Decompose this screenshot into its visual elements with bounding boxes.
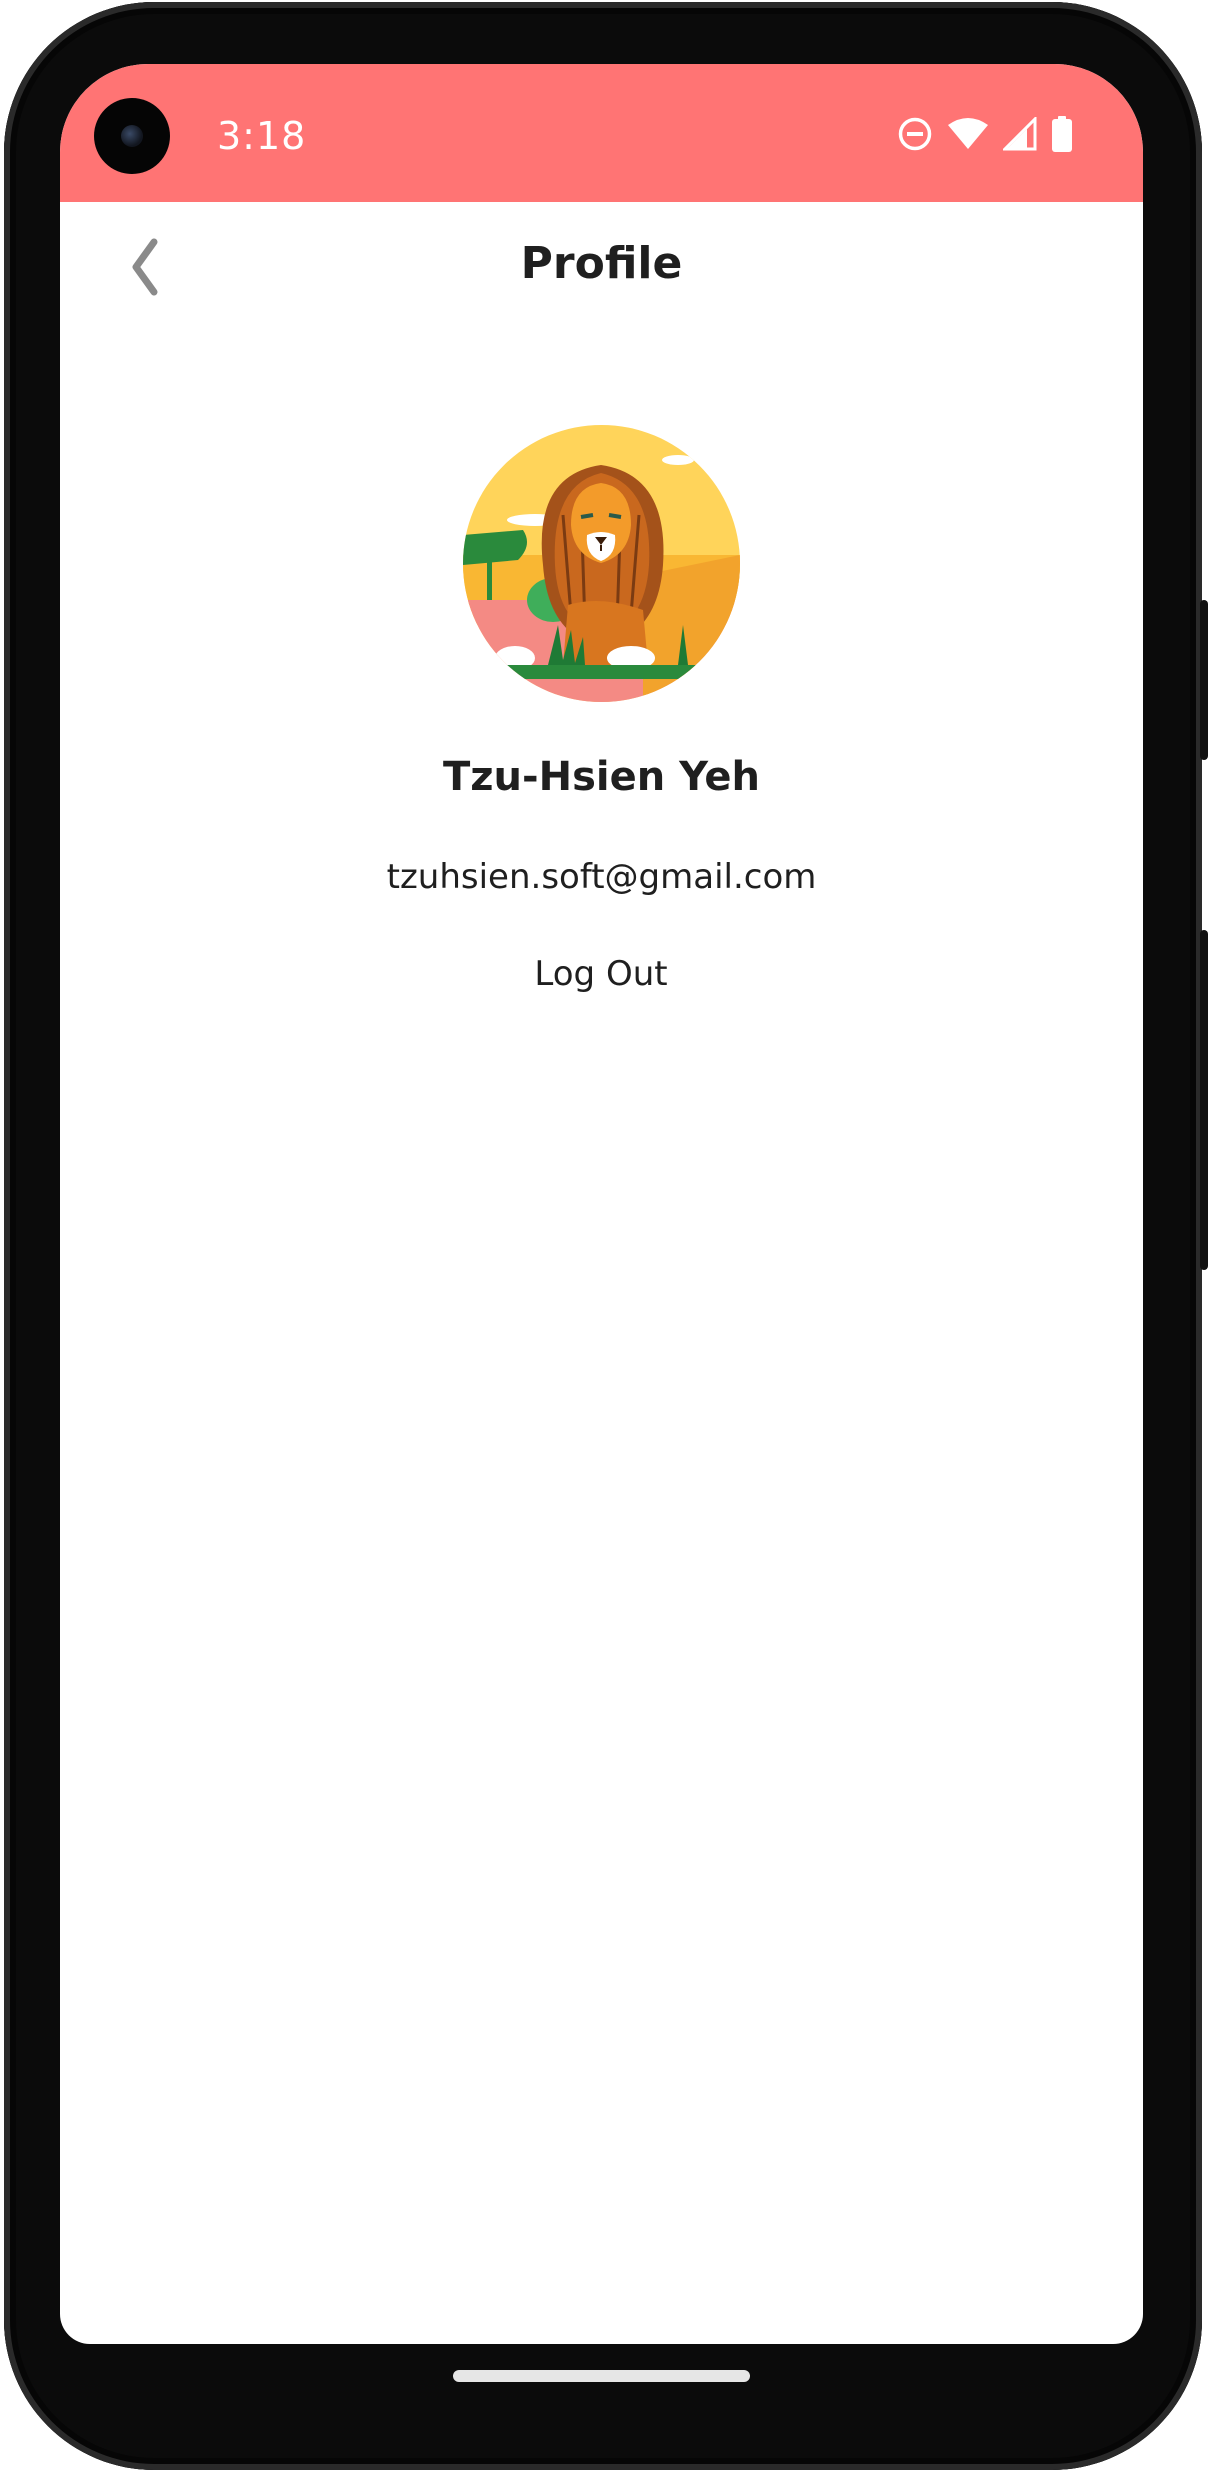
- lion-avatar-icon: [463, 425, 740, 702]
- gesture-nav-bar: [60, 2344, 1143, 2404]
- status-icons: [897, 114, 1073, 154]
- app-screen: 3:18 Profile Tzu-Hsien Yeh tzuhsien.soft…: [60, 64, 1143, 2344]
- power-button: [1200, 600, 1208, 760]
- page-title: Profile: [520, 238, 683, 289]
- do-not-disturb-icon: [897, 116, 933, 152]
- front-camera: [94, 98, 170, 174]
- top-app-bar: Profile: [60, 202, 1143, 332]
- wifi-icon: [947, 117, 989, 151]
- battery-icon: [1051, 116, 1073, 152]
- home-indicator[interactable]: [453, 2370, 750, 2382]
- status-bar: 3:18: [60, 64, 1143, 202]
- cell-signal-icon: [1003, 117, 1037, 151]
- device-frame: 3:18 Profile Tzu-Hsien Yeh tzuhsien.soft…: [0, 0, 1211, 2474]
- camera-lens: [121, 125, 143, 147]
- volume-button: [1200, 930, 1208, 1270]
- user-name: Tzu-Hsien Yeh: [442, 754, 761, 800]
- user-email: tzuhsien.soft@gmail.com: [386, 857, 817, 897]
- logout-button[interactable]: Log Out: [491, 944, 711, 1004]
- status-time: 3:18: [217, 114, 307, 158]
- avatar: [463, 425, 740, 702]
- chevron-left-icon: [112, 238, 182, 306]
